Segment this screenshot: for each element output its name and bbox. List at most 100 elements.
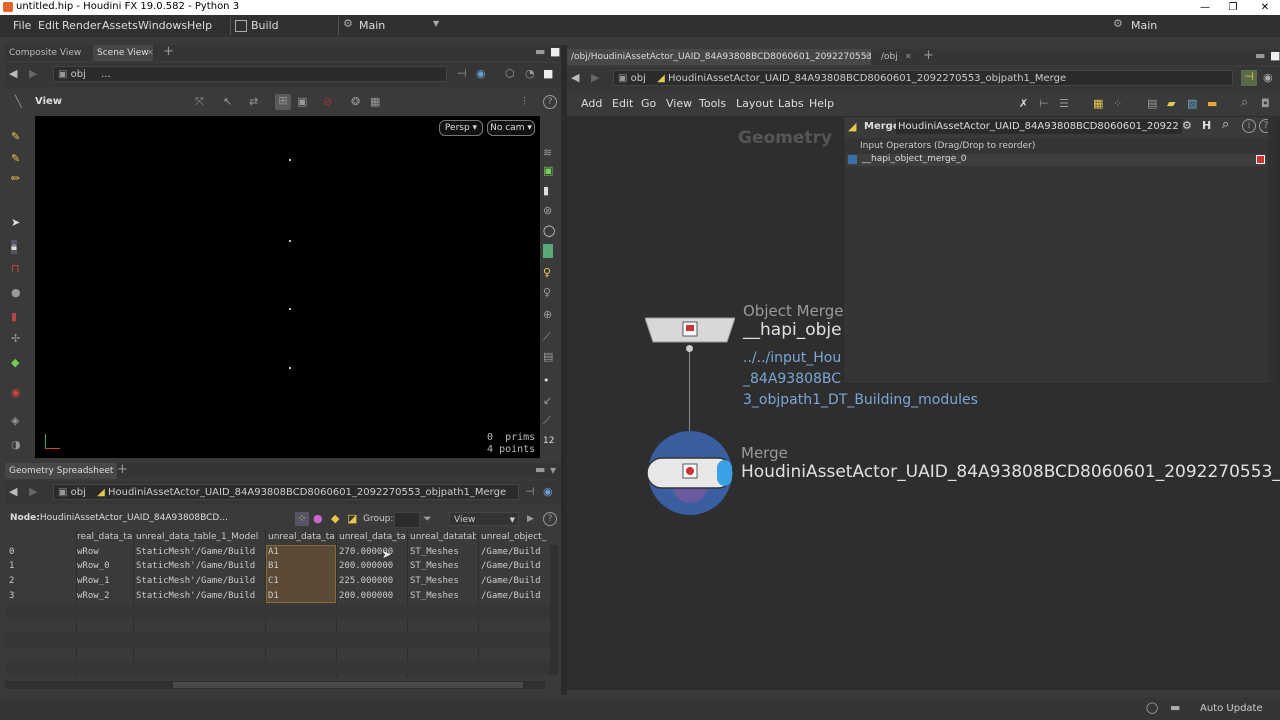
hotkey-icon[interactable]: H <box>1202 119 1211 133</box>
select-tool-icon[interactable]: ⤧ <box>195 95 204 109</box>
info-icon[interactable]: i <box>1242 119 1256 133</box>
menu-windows[interactable]: Windows <box>138 19 187 32</box>
object-merge-node[interactable] <box>644 317 736 343</box>
wire-icon[interactable]: ⟋ <box>543 330 551 344</box>
magnet-icon[interactable]: ⊓ <box>11 262 20 276</box>
secure-selection-icon[interactable]: ▣ <box>297 95 307 109</box>
tab-network-obj[interactable]: /obj <box>877 49 902 65</box>
net-menu-layout[interactable]: Layout <box>736 97 773 110</box>
no-entry-icon[interactable]: ⊘ <box>323 95 332 109</box>
link-icon[interactable]: ◉ <box>1263 71 1273 85</box>
net-menu-help[interactable]: Help <box>809 97 834 110</box>
render-icon[interactable]: ◑ <box>11 438 21 452</box>
record-icon[interactable]: ◉ <box>11 386 21 400</box>
camera-menu-button[interactable]: No cam ▾ <box>487 120 535 136</box>
background-icon[interactable]: ⊕ <box>543 308 552 322</box>
table-cell[interactable]: StaticMesh'/Game/Build <box>136 559 264 573</box>
grid-icon[interactable]: ▦ <box>370 95 380 109</box>
bulb-icon[interactable]: ♀ <box>543 266 551 280</box>
column-header[interactable]: unreal_object_ <box>481 530 547 544</box>
pin-icon[interactable]: ⊣ <box>525 485 535 499</box>
table-cell[interactable]: wRow_2 <box>77 589 132 603</box>
close-icon[interactable]: ✕ <box>905 50 912 64</box>
table-cell[interactable]: ST_Meshes <box>410 559 476 573</box>
bone-icon[interactable]: ✢ <box>11 332 20 346</box>
context-selector[interactable]: ⚙ Main ▼ <box>338 17 439 35</box>
normal-icon[interactable]: ↙ <box>543 394 552 408</box>
selection-mode-icon[interactable]: ⊞ <box>275 94 291 110</box>
column-header[interactable]: unreal_data_ta <box>268 530 334 544</box>
pointer-icon[interactable]: ➤ <box>11 216 20 230</box>
net-menu-add[interactable]: Add <box>581 97 602 110</box>
display-options-icon[interactable]: ╲ <box>15 95 22 109</box>
net-menu-view[interactable]: View <box>666 97 692 110</box>
table-cell[interactable]: /Game/Build <box>481 559 547 573</box>
vector-icon[interactable]: ⟋ <box>543 414 551 428</box>
list-icon[interactable]: ☰ <box>1059 97 1069 111</box>
chevron-down-icon[interactable]: ▼ <box>550 464 556 478</box>
table-cell[interactable]: 225.000000 <box>339 574 405 588</box>
forward-arrow-icon[interactable]: ▶ <box>29 485 37 499</box>
headlight-icon[interactable]: ♀ <box>543 286 551 300</box>
link-icon[interactable]: ◉ <box>543 485 553 499</box>
param-vscrollbar[interactable] <box>1268 116 1276 382</box>
close-button[interactable]: ✕ <box>1250 0 1280 15</box>
net-menu-edit[interactable]: Edit <box>612 97 633 110</box>
gear-icon[interactable]: ⚙ <box>1182 119 1192 133</box>
shading-icon[interactable]: ◯ <box>543 224 555 238</box>
table-cell[interactable]: /Game/Build <box>481 589 547 603</box>
ghost-icon[interactable]: ⊗ <box>543 204 552 218</box>
close-icon[interactable]: ✕ <box>864 50 871 64</box>
scene-viewport[interactable]: Persp ▾ No cam ▾ 0 prims 4 points <box>35 116 540 458</box>
pencil-icon[interactable]: ✏ <box>11 172 20 186</box>
layers-icon[interactable]: ≋ <box>543 146 552 160</box>
link-icon[interactable]: ◉ <box>476 67 486 81</box>
add-tab-icon[interactable]: + <box>163 45 174 59</box>
search-icon[interactable]: ⌕ <box>1222 118 1229 132</box>
search-icon[interactable]: ⌕ <box>1241 96 1248 110</box>
pane-maximize-icon[interactable]: ■ <box>550 45 560 59</box>
table-cell[interactable]: /Game/Build <box>481 545 547 559</box>
menu-render[interactable]: Render <box>62 19 101 32</box>
table-cell[interactable]: A1 <box>268 545 334 559</box>
table-cell[interactable]: StaticMesh'/Game/Build <box>136 589 264 603</box>
input-operator-row[interactable]: __hapi_object_merge_0 <box>846 154 1266 166</box>
spreadsheet-hscrollbar[interactable] <box>5 681 545 689</box>
table-cell[interactable]: ST_Meshes <box>410 574 476 588</box>
column-header[interactable]: unreal_datatabl <box>410 530 476 544</box>
transform-icon[interactable]: ⇄ <box>249 95 258 109</box>
menu-file[interactable]: File <box>13 19 31 32</box>
chat-icon[interactable]: ◯ <box>1146 701 1158 715</box>
pane-maximize-icon[interactable]: ■ <box>1270 49 1280 63</box>
forward-arrow-icon[interactable]: ▶ <box>591 71 599 85</box>
grid-view-icon[interactable]: ▦ <box>1093 97 1103 111</box>
lock-view-icon[interactable]: ▮ <box>543 184 549 198</box>
light-icon[interactable]: ◌ <box>543 244 553 258</box>
camera-icon[interactable]: ◘ <box>1261 97 1270 111</box>
maximize-button[interactable]: ❐ <box>1218 0 1248 15</box>
view-dropdown[interactable]: View ▼ <box>449 512 519 526</box>
spreadsheet-vscrollbar[interactable] <box>550 545 558 675</box>
group-field[interactable] <box>394 512 420 528</box>
table-cell[interactable]: ST_Meshes <box>410 545 476 559</box>
table-cell[interactable]: StaticMesh'/Game/Build <box>136 545 264 559</box>
right-path-field[interactable]: ▣ obj ◢ HoudiniAssetActor_UAID_84A93808B… <box>613 70 1233 86</box>
dots-grid-icon[interactable]: ⁘ <box>1113 97 1122 111</box>
arrow-tool-icon[interactable]: ↖ <box>223 95 232 109</box>
pane-menu-icon[interactable]: ▬ <box>535 45 545 59</box>
menu-assets[interactable]: Assets <box>102 19 138 32</box>
spreadsheet-table[interactable]: real_data_ta unreal_data_table_1_Model u… <box>5 530 556 680</box>
play-icon[interactable]: ▶ <box>527 512 534 526</box>
sphere-icon[interactable]: ● <box>11 286 21 300</box>
points-attrib-icon[interactable]: ⁘ <box>295 512 309 526</box>
geo-display-icon[interactable]: ▣ <box>543 164 553 178</box>
auto-update-button[interactable]: Auto Update <box>1200 703 1263 714</box>
tab-composite-view[interactable]: Composite View <box>5 45 85 61</box>
vertices-attrib-icon[interactable]: ● <box>313 512 323 526</box>
close-icon[interactable]: ✕ <box>147 46 154 60</box>
help-icon[interactable]: ? <box>543 95 557 109</box>
merge-node[interactable] <box>646 430 735 516</box>
detail-attrib-icon[interactable]: ◪ <box>347 512 357 526</box>
snap-icon[interactable]: ❂ <box>351 95 360 109</box>
net-menu-tools[interactable]: Tools <box>699 97 726 110</box>
